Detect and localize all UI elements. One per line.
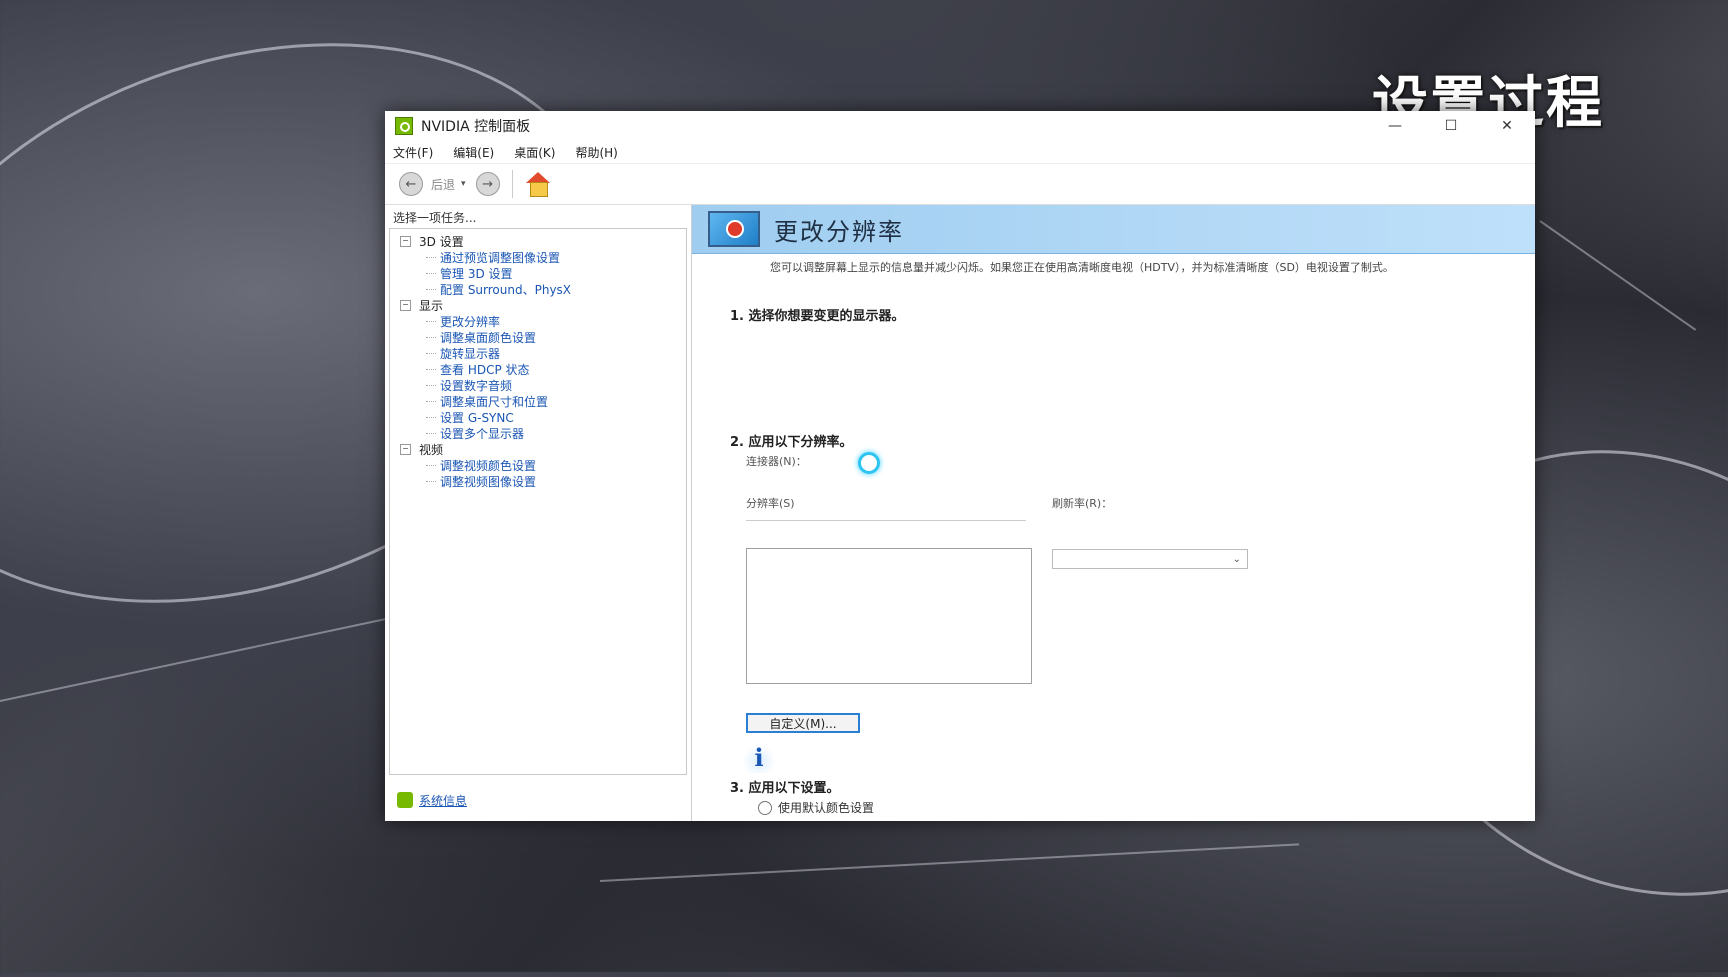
toolbar-separator <box>511 170 513 198</box>
menu-file[interactable]: 文件(F) <box>393 144 433 161</box>
content-area: 选择一项任务... − 3D 设置 通过预览调整图像设置 管理 3D 设置 配置… <box>385 205 1535 821</box>
maximize-button[interactable]: ☐ <box>1423 111 1479 141</box>
toolbar: ← 后退 ▾ → <box>385 163 1535 205</box>
menu-bar: 文件(F) 编辑(E) 桌面(K) 帮助(H) <box>385 141 1535 163</box>
default-color-radio[interactable] <box>758 800 772 815</box>
home-icon[interactable] <box>525 172 551 197</box>
step-3-heading: 3. 应用以下设置。 <box>730 781 840 796</box>
nvidia-control-panel-window: NVIDIA 控制面板 — ☐ ✕ 文件(F) 编辑(E) 桌面(K) 帮助(H… <box>385 111 1535 821</box>
tree-item-hdcp-status[interactable]: 查看 HDCP 状态 <box>390 361 686 377</box>
system-info-row: 系统信息 <box>385 779 691 821</box>
minimize-button[interactable]: — <box>1367 111 1423 141</box>
forward-arrow-icon[interactable]: → <box>475 172 500 196</box>
default-color-option[interactable]: 使用默认颜色设置 <box>758 799 874 816</box>
tree-item-desktop-size[interactable]: 调整桌面尺寸和位置 <box>390 393 686 409</box>
tree-category-label: 视频 <box>419 442 444 457</box>
tree-item-gsync[interactable]: 设置 G-SYNC <box>390 409 686 425</box>
cursor-highlight-icon <box>858 452 880 474</box>
customize-button[interactable]: 自定义(M)... <box>746 713 860 733</box>
tree-category-label: 显示 <box>419 298 444 313</box>
tree-item-digital-audio[interactable]: 设置数字音频 <box>390 377 686 393</box>
resolution-label: 分辨率(S) <box>746 497 795 510</box>
settings-pane: 更改分辨率 您可以调整屏幕上显示的信息量并减少闪烁。如果您正在使用高清晰度电视（… <box>692 205 1535 821</box>
title-bar: NVIDIA 控制面板 — ☐ ✕ <box>385 111 1535 141</box>
tree-item-manage-3d[interactable]: 管理 3D 设置 <box>390 265 686 281</box>
tree-item-multiple-displays[interactable]: 设置多个显示器 <box>390 425 686 441</box>
menu-edit[interactable]: 编辑(E) <box>453 144 494 161</box>
tree-item-desktop-color[interactable]: 调整桌面颜色设置 <box>390 329 686 345</box>
back-arrow-icon[interactable]: ← <box>399 172 423 196</box>
collapse-icon[interactable]: − <box>400 299 411 311</box>
tree-item-video-image[interactable]: 调整视频图像设置 <box>390 473 686 489</box>
task-heading: 选择一项任务... <box>393 211 477 225</box>
system-info-icon <box>397 792 413 808</box>
window-title: NVIDIA 控制面板 <box>421 119 531 135</box>
tree-item-preview-image[interactable]: 通过预览调整图像设置 <box>390 249 686 265</box>
background-art-line <box>599 843 1300 882</box>
menu-desktop[interactable]: 桌面(K) <box>514 144 555 161</box>
tree-item-video-color[interactable]: 调整视频颜色设置 <box>390 457 686 473</box>
step-1-heading: 1. 选择你想要变更的显示器。 <box>730 309 905 324</box>
task-pane: 选择一项任务... − 3D 设置 通过预览调整图像设置 管理 3D 设置 配置… <box>385 205 692 821</box>
connector-label: 连接器(N)： <box>746 455 807 468</box>
resolution-list[interactable] <box>746 548 1032 684</box>
chevron-down-icon: ⌄ <box>1232 553 1241 565</box>
window-controls: — ☐ ✕ <box>1367 111 1535 141</box>
close-button[interactable]: ✕ <box>1479 111 1535 141</box>
connector-select[interactable] <box>746 510 1026 521</box>
collapse-icon[interactable]: − <box>400 235 411 247</box>
collapse-icon[interactable]: − <box>400 443 411 455</box>
refresh-rate-select[interactable]: ⌄ <box>1052 549 1248 569</box>
back-label[interactable]: 后退 <box>431 176 455 193</box>
tree-category-video[interactable]: − 视频 <box>390 441 686 457</box>
tree-item-change-resolution[interactable]: 更改分辨率 <box>390 313 686 329</box>
refresh-rate-label: 刷新率(R)： <box>1052 497 1113 510</box>
step-2-heading: 2. 应用以下分辨率。 <box>730 435 853 450</box>
page-description: 您可以调整屏幕上显示的信息量并减少闪烁。如果您正在使用高清晰度电视（HDTV），… <box>770 261 1394 274</box>
default-color-label: 使用默认颜色设置 <box>778 801 875 815</box>
background-art-line <box>1539 220 1697 331</box>
info-icon: i <box>744 743 774 773</box>
tree-item-surround-physx[interactable]: 配置 Surround、PhysX <box>390 281 686 297</box>
tree-category-3d[interactable]: − 3D 设置 <box>390 233 686 249</box>
task-tree: − 3D 设置 通过预览调整图像设置 管理 3D 设置 配置 Surround、… <box>389 228 687 775</box>
background-art-line <box>0 612 412 702</box>
nvidia-app-icon <box>395 117 413 135</box>
tree-category-display[interactable]: − 显示 <box>390 297 686 313</box>
tree-category-label: 3D 设置 <box>419 234 464 249</box>
system-info-link[interactable]: 系统信息 <box>419 792 467 809</box>
page-banner: 更改分辨率 <box>692 205 1535 254</box>
back-history-dropdown-icon[interactable]: ▾ <box>461 179 466 189</box>
monitor-icon <box>708 211 760 247</box>
page-title: 更改分辨率 <box>774 217 904 246</box>
menu-help[interactable]: 帮助(H) <box>575 144 617 161</box>
tree-item-rotate-display[interactable]: 旋转显示器 <box>390 345 686 361</box>
